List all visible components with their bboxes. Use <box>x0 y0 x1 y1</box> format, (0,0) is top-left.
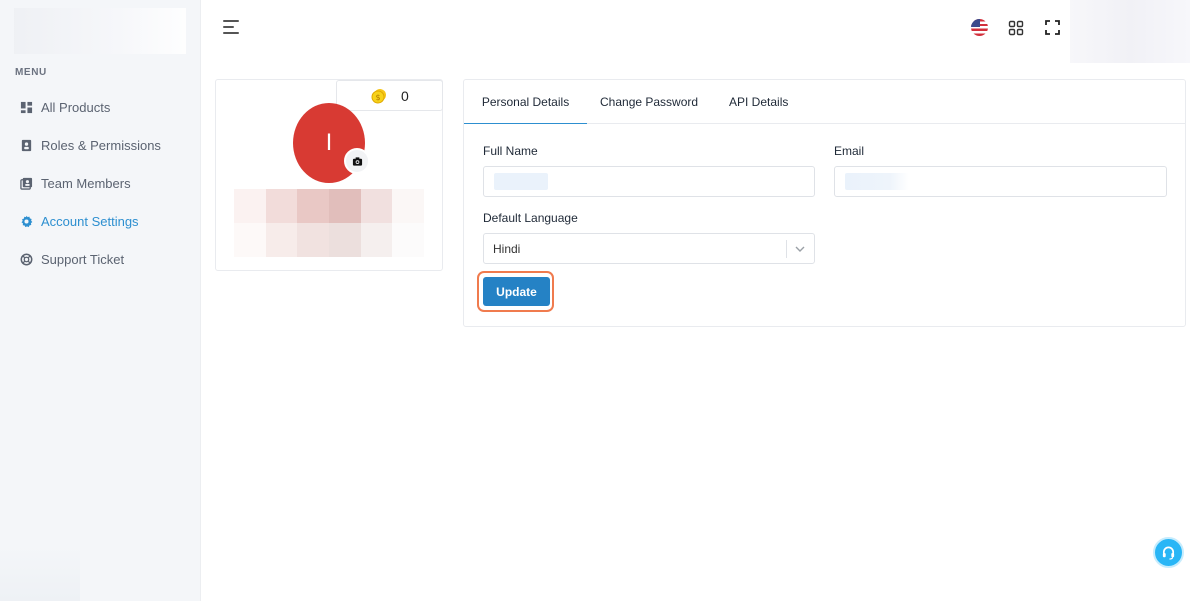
menu-heading: MENU <box>15 67 47 78</box>
sidebar-item-label: Account Settings <box>41 213 139 229</box>
tab-personal-details[interactable]: Personal Details <box>464 80 587 124</box>
sidebar-item-label: Support Ticket <box>41 251 125 267</box>
sidebar-item-account-settings[interactable]: Account Settings <box>0 202 200 240</box>
user-profile-menu[interactable] <box>1070 0 1190 63</box>
change-photo-button[interactable] <box>344 148 370 174</box>
svg-text:$: $ <box>375 93 380 102</box>
default-language-value: Hindi <box>493 242 521 256</box>
sidebar-item-label: Roles & Permissions <box>41 137 161 153</box>
account-settings-card: Personal Details Change Password API Det… <box>463 79 1186 327</box>
sidebar-item-roles-permissions[interactable]: Roles & Permissions <box>0 126 200 164</box>
settings-tabs: Personal Details Change Password API Det… <box>464 80 1185 124</box>
camera-icon <box>352 156 362 166</box>
chevron-down-icon <box>795 246 805 252</box>
profile-card: $ 0 I <box>215 79 443 271</box>
fullscreen-icon[interactable] <box>1044 19 1061 36</box>
sidebar-nav: All Products Roles & Permissions Team Me… <box>0 88 200 278</box>
apps-grid-icon[interactable] <box>1008 20 1024 36</box>
default-language-select[interactable]: Hindi <box>483 233 815 264</box>
grid-icon <box>19 100 33 114</box>
sidebar-item-all-products[interactable]: All Products <box>0 88 200 126</box>
email-value-redacted <box>845 173 909 190</box>
full-name-value-redacted <box>494 173 548 190</box>
coin-count: 0 <box>401 87 409 104</box>
tab-change-password[interactable]: Change Password <box>600 80 698 124</box>
full-name-field[interactable] <box>483 166 815 197</box>
select-separator <box>786 240 787 258</box>
support-chat-button[interactable] <box>1153 537 1184 568</box>
update-button-highlight: Update <box>477 271 554 312</box>
coin-balance: $ 0 <box>336 80 443 111</box>
sidebar-item-label: Team Members <box>41 175 131 191</box>
tab-api-details[interactable]: API Details <box>729 80 788 124</box>
headset-icon <box>1162 546 1175 560</box>
gear-icon <box>19 214 33 228</box>
id-badge-icon <box>19 138 33 152</box>
email-label: Email <box>834 144 865 158</box>
logo[interactable] <box>14 8 186 54</box>
email-field[interactable] <box>834 166 1167 197</box>
sidebar-item-label: All Products <box>41 99 111 115</box>
sidebar-item-team-members[interactable]: Team Members <box>0 164 200 202</box>
full-name-label: Full Name <box>483 144 538 158</box>
lifebuoy-icon <box>19 252 33 266</box>
sidebar-footer <box>0 545 80 601</box>
sidebar-item-support-ticket[interactable]: Support Ticket <box>0 240 200 278</box>
default-language-label: Default Language <box>483 211 578 225</box>
update-button[interactable]: Update <box>483 277 550 306</box>
us-flag-icon[interactable] <box>971 19 988 36</box>
user-name-redacted <box>234 189 424 257</box>
contacts-icon <box>19 176 33 190</box>
menu-toggle-icon[interactable] <box>223 20 241 36</box>
sidebar: MENU All Products Roles & Permissions Te… <box>0 0 201 601</box>
topbar <box>201 0 1200 63</box>
coin-icon: $ <box>371 88 386 103</box>
